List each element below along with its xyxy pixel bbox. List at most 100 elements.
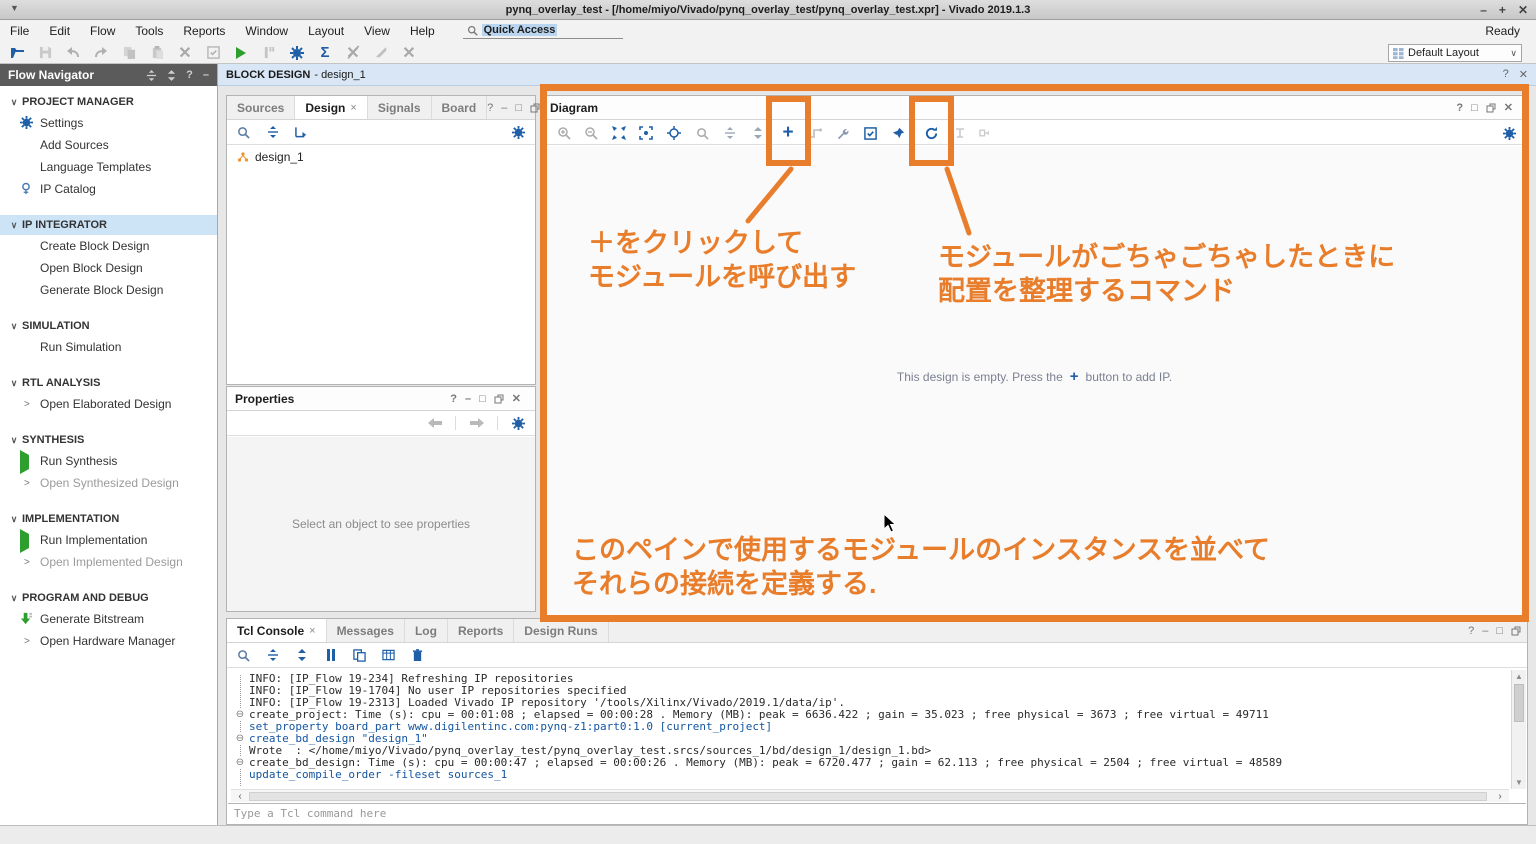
collapse-all-icon[interactable] — [720, 123, 740, 143]
close-icon[interactable]: ✕ — [512, 392, 521, 405]
pause-output-icon[interactable] — [322, 647, 339, 664]
quick-access-search[interactable]: Quick Access — [463, 23, 623, 39]
float-panel-icon[interactable] — [1511, 626, 1521, 636]
validate-design-icon[interactable] — [860, 123, 880, 143]
regenerate-layout-icon[interactable] — [921, 123, 941, 143]
menu-reports[interactable]: Reports — [173, 20, 235, 42]
customize-wrench-icon[interactable] — [832, 123, 852, 143]
collapse-all-icon[interactable] — [264, 124, 281, 141]
collapse-node-icon[interactable]: ⊖ — [234, 733, 246, 745]
tree-item-design-1[interactable]: design_1 — [227, 145, 535, 164]
search-icon[interactable] — [235, 647, 252, 664]
float-panel-icon[interactable] — [494, 394, 504, 404]
diagram-canvas[interactable]: This design is empty. Press the + button… — [542, 146, 1527, 619]
section-ip-integrator[interactable]: ∨ IP INTEGRATOR — [0, 215, 217, 235]
scrollbar-thumb[interactable] — [1514, 684, 1524, 722]
vertical-scrollbar[interactable]: ▲ ▼ — [1511, 670, 1526, 789]
tcl-command-input[interactable] — [228, 804, 1526, 823]
tab-design[interactable]: Design× — [295, 96, 367, 119]
cancel-run-icon[interactable]: ✕̸ — [344, 44, 362, 62]
menu-flow[interactable]: Flow — [80, 20, 125, 42]
collapse-node-icon[interactable]: ⊖ — [234, 757, 246, 769]
tab-log[interactable]: Log — [405, 619, 448, 642]
copy-icon[interactable] — [120, 44, 138, 62]
scroll-up-icon[interactable]: ▲ — [1512, 672, 1526, 681]
sidebar-item-language-templates[interactable]: Language Templates — [0, 156, 217, 178]
zoom-in-icon[interactable] — [554, 123, 574, 143]
gear-icon[interactable] — [1499, 123, 1519, 143]
report-sigma-icon[interactable]: Σ — [316, 44, 334, 62]
scrollbar-thumb[interactable] — [249, 792, 1487, 801]
scroll-down-icon[interactable]: ▼ — [1512, 778, 1526, 787]
autofit-target-icon[interactable] — [664, 123, 684, 143]
settings-gear-icon[interactable] — [288, 44, 306, 62]
section-rtl-analysis[interactable]: ∨ RTL ANALYSIS — [0, 373, 217, 393]
section-project-manager[interactable]: ∨ PROJECT MANAGER — [0, 92, 217, 112]
section-program-and-debug[interactable]: ∨ PROGRAM AND DEBUG — [0, 588, 217, 608]
maximize-panel-icon[interactable]: □ — [515, 102, 522, 114]
tab-messages[interactable]: Messages — [327, 619, 405, 642]
tab-design-runs[interactable]: Design Runs — [514, 619, 608, 642]
expand-all-icon[interactable] — [293, 124, 310, 141]
menu-layout[interactable]: Layout — [298, 20, 354, 42]
undo-icon[interactable] — [64, 44, 82, 62]
sidebar-item-add-sources[interactable]: Add Sources — [0, 134, 217, 156]
expand-all-icon[interactable] — [748, 123, 768, 143]
close-tab-icon[interactable]: × — [309, 625, 315, 637]
close-icon[interactable]: ✕ — [1504, 101, 1513, 114]
scroll-left-icon[interactable]: ‹ — [231, 791, 249, 802]
forward-arrow-icon[interactable] — [468, 415, 485, 432]
redo-icon[interactable] — [92, 44, 110, 62]
sidebar-item-generate-bitstream[interactable]: Generate Bitstream — [0, 608, 217, 630]
section-implementation[interactable]: ∨ IMPLEMENTATION — [0, 509, 217, 529]
sidebar-item-open-elaborated-design[interactable]: > Open Elaborated Design — [0, 393, 217, 415]
tab-board[interactable]: Board — [432, 96, 488, 119]
layout-selector[interactable]: Default Layout ∨ — [1388, 44, 1522, 62]
help-icon[interactable]: ? — [186, 69, 193, 81]
menu-tools[interactable]: Tools — [125, 20, 173, 42]
validate-icon[interactable] — [204, 44, 222, 62]
collapse-all-icon[interactable] — [264, 647, 281, 664]
port-icon[interactable] — [975, 123, 995, 143]
sidebar-item-open-block-design[interactable]: Open Block Design — [0, 257, 217, 279]
sidebar-item-open-hardware-manager[interactable]: > Open Hardware Manager — [0, 630, 217, 652]
sidebar-item-settings[interactable]: Settings — [0, 112, 217, 134]
clear-trash-icon[interactable] — [409, 647, 426, 664]
tab-tcl-console[interactable]: Tcl Console× — [227, 619, 327, 642]
help-icon[interactable]: ? — [1468, 625, 1474, 637]
menu-view[interactable]: View — [354, 20, 400, 42]
maximize-window-icon[interactable]: + — [1499, 3, 1506, 17]
menu-edit[interactable]: Edit — [39, 20, 80, 42]
expand-all-icon[interactable] — [293, 647, 310, 664]
collapse-all-icon[interactable] — [146, 70, 157, 81]
float-panel-icon[interactable] — [1486, 103, 1496, 113]
section-synthesis[interactable]: ∨ SYNTHESIS — [0, 430, 217, 450]
minimize-panel-icon[interactable]: – — [501, 102, 507, 114]
zoom-to-selection-icon[interactable] — [636, 123, 656, 143]
sidebar-item-run-synthesis[interactable]: Run Synthesis — [0, 450, 217, 472]
minimize-panel-icon[interactable]: – — [203, 69, 209, 81]
close-tab-icon[interactable]: × — [350, 102, 356, 114]
run-icon[interactable] — [232, 44, 250, 62]
gear-icon[interactable] — [510, 124, 527, 141]
route-icon[interactable] — [805, 123, 825, 143]
back-arrow-icon[interactable] — [426, 415, 443, 432]
tab-sources[interactable]: Sources — [227, 96, 295, 119]
sidebar-item-run-implementation[interactable]: Run Implementation — [0, 529, 217, 551]
menu-file[interactable]: File — [0, 20, 39, 42]
search-icon[interactable] — [692, 123, 712, 143]
tab-signals[interactable]: Signals — [368, 96, 432, 119]
help-icon[interactable]: ? — [1503, 68, 1509, 81]
search-icon[interactable] — [235, 124, 252, 141]
menu-window[interactable]: Window — [235, 20, 298, 42]
gear-icon[interactable] — [510, 415, 527, 432]
expand-collapse-icon[interactable] — [167, 70, 176, 81]
unlink-icon[interactable]: ✕ — [400, 44, 418, 62]
copy-icon[interactable] — [351, 647, 368, 664]
program-device-icon[interactable] — [260, 44, 278, 62]
sidebar-item-open-synthesized-design[interactable]: > Open Synthesized Design — [0, 472, 217, 494]
menu-help[interactable]: Help — [400, 20, 445, 42]
add-ip-icon[interactable]: + — [778, 123, 798, 143]
float-panel-icon[interactable] — [530, 103, 540, 113]
help-icon[interactable]: ? — [1456, 102, 1463, 114]
